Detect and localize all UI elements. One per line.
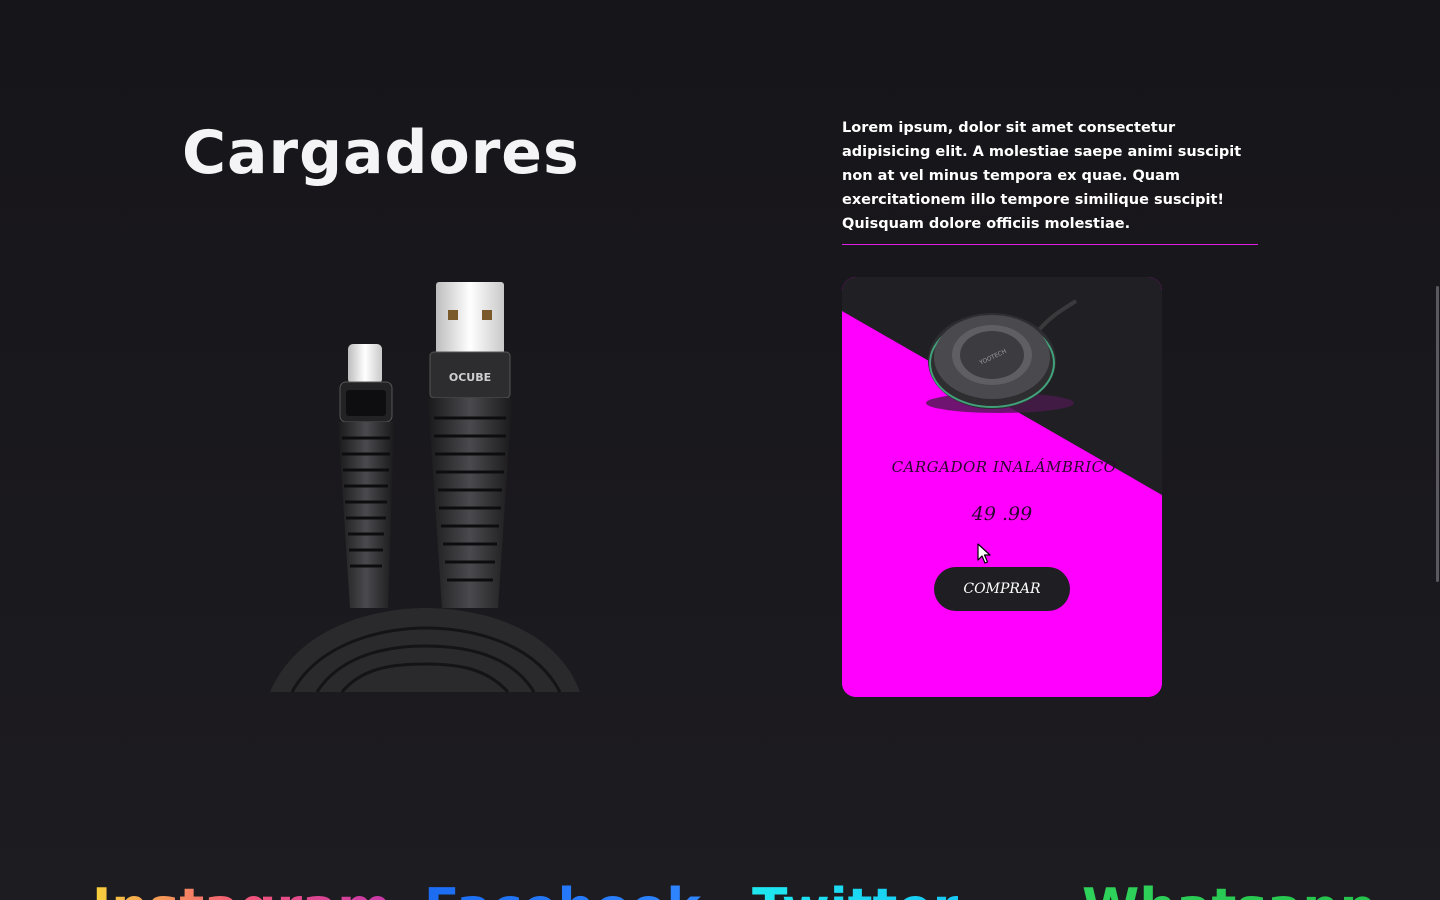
product-name: CARGADOR INALÁMBRICO — [891, 458, 1117, 476]
social-links: Instagram Facebook Twitter Whatsapp — [0, 878, 1440, 900]
usb-cable-image: OCUBE — [270, 282, 580, 694]
buy-button[interactable]: COMPRAR — [934, 567, 1070, 611]
twitter-link[interactable]: Twitter — [752, 878, 958, 900]
scrollbar-thumb[interactable] — [1436, 286, 1439, 582]
product-card: YOOTECH CARGADOR INALÁMBRICO 49 .99 COMP… — [842, 277, 1162, 697]
wireless-charger-image: YOOTECH — [926, 299, 1078, 413]
product-price: 49 .99 — [971, 503, 1033, 525]
instagram-link[interactable]: Instagram — [92, 878, 391, 900]
scrollbar[interactable] — [1436, 0, 1440, 900]
section-title: Cargadores — [182, 118, 580, 188]
section-description: Lorem ipsum, dolor sit amet consectetur … — [842, 116, 1258, 245]
mouse-pointer-icon — [977, 543, 991, 564]
facebook-link[interactable]: Facebook — [424, 878, 701, 900]
page: Cargadores Lorem ipsum, dolor sit amet c… — [0, 0, 1440, 900]
svg-text:OCUBE: OCUBE — [449, 371, 491, 384]
whatsapp-link[interactable]: Whatsapp — [1082, 878, 1377, 900]
